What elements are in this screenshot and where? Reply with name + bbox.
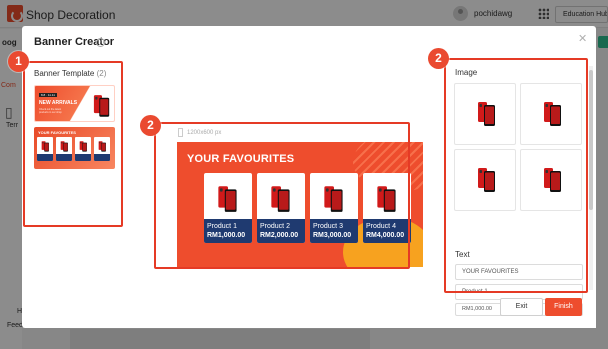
highlight-template-panel	[23, 61, 123, 227]
exit-button[interactable]: Exit	[500, 298, 543, 316]
help-icon[interactable]: ?	[96, 38, 105, 47]
highlight-properties-panel	[444, 58, 588, 293]
finish-button[interactable]: Finish	[545, 298, 582, 316]
annotation-badge-2: 2	[140, 115, 161, 136]
annotation-badge-1: 1	[8, 51, 29, 72]
highlight-canvas	[154, 122, 410, 269]
close-icon[interactable]: ✕	[578, 34, 587, 45]
annotation-badge-2: 2	[428, 48, 449, 69]
scrollbar-thumb[interactable]	[589, 70, 593, 210]
